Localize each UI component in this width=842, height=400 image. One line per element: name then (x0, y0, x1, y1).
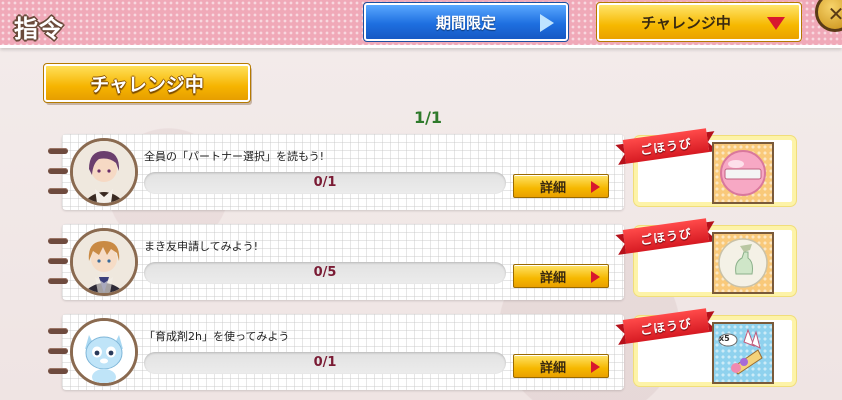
page-indicator: 1/1 (413, 108, 443, 127)
progress-bar: 0/1 (144, 352, 506, 374)
close-icon: ✕ (827, 2, 842, 26)
mission-row: まき友申請してみよう! 0/5 詳細 (48, 224, 624, 300)
reward-quantity: x5 (719, 334, 730, 343)
binder-rings (48, 142, 68, 202)
challenge-filter-dropdown[interactable]: チャレンジ中 (596, 2, 802, 42)
reward-box: ごほうび (622, 218, 796, 296)
detail-button[interactable]: 詳細 (513, 174, 609, 198)
challenge-tab-label: チャレンジ中 (641, 13, 731, 32)
mission-description: 「育成剤2h」を使ってみよう (144, 330, 290, 343)
progress-label: 0/5 (313, 265, 337, 280)
reward-box: ごほうび x5 (622, 308, 796, 386)
limited-time-tab-button[interactable]: 期間限定 (363, 2, 569, 42)
progress-label: 0/1 (313, 355, 337, 370)
page-title: 指令 (14, 15, 64, 43)
mission-description: 全員の「パートナー選択」を読もう! (144, 150, 325, 163)
progress-bar: 0/1 (144, 172, 506, 194)
mission-row: 「育成剤2h」を使ってみよう 0/1 詳細 (48, 314, 624, 390)
avatar (70, 138, 138, 206)
limited-tab-label: 期間限定 (435, 13, 496, 32)
reward-item[interactable] (712, 232, 774, 294)
mission-row: 全員の「パートナー選択」を読もう! 0/1 詳細 (48, 134, 624, 210)
play-arrow-icon (540, 14, 554, 32)
progress-label: 0/1 (313, 175, 337, 190)
play-arrow-icon (591, 181, 600, 193)
mission-description: まき友申請してみよう! (144, 240, 259, 253)
detail-button[interactable]: 詳細 (513, 354, 609, 378)
play-arrow-icon (591, 361, 600, 373)
binder-rings (48, 232, 68, 292)
triangle-down-icon (767, 17, 785, 30)
avatar (70, 318, 138, 386)
binder-rings (48, 322, 68, 382)
progress-bar: 0/5 (144, 262, 506, 284)
reward-item[interactable] (712, 142, 774, 204)
header-bar: 指令 期間限定 チャレンジ中 ✕ (0, 0, 842, 48)
detail-button-label: 詳細 (539, 270, 566, 286)
play-arrow-icon (591, 271, 600, 283)
detail-button[interactable]: 詳細 (513, 264, 609, 288)
close-button[interactable]: ✕ (815, 0, 842, 32)
detail-button-label: 詳細 (539, 180, 566, 196)
avatar (70, 228, 138, 296)
section-tag: チャレンジ中 (43, 63, 251, 103)
detail-button-label: 詳細 (539, 360, 566, 376)
reward-box: ごほうび (622, 128, 796, 206)
reward-item[interactable]: x5 (712, 322, 774, 384)
